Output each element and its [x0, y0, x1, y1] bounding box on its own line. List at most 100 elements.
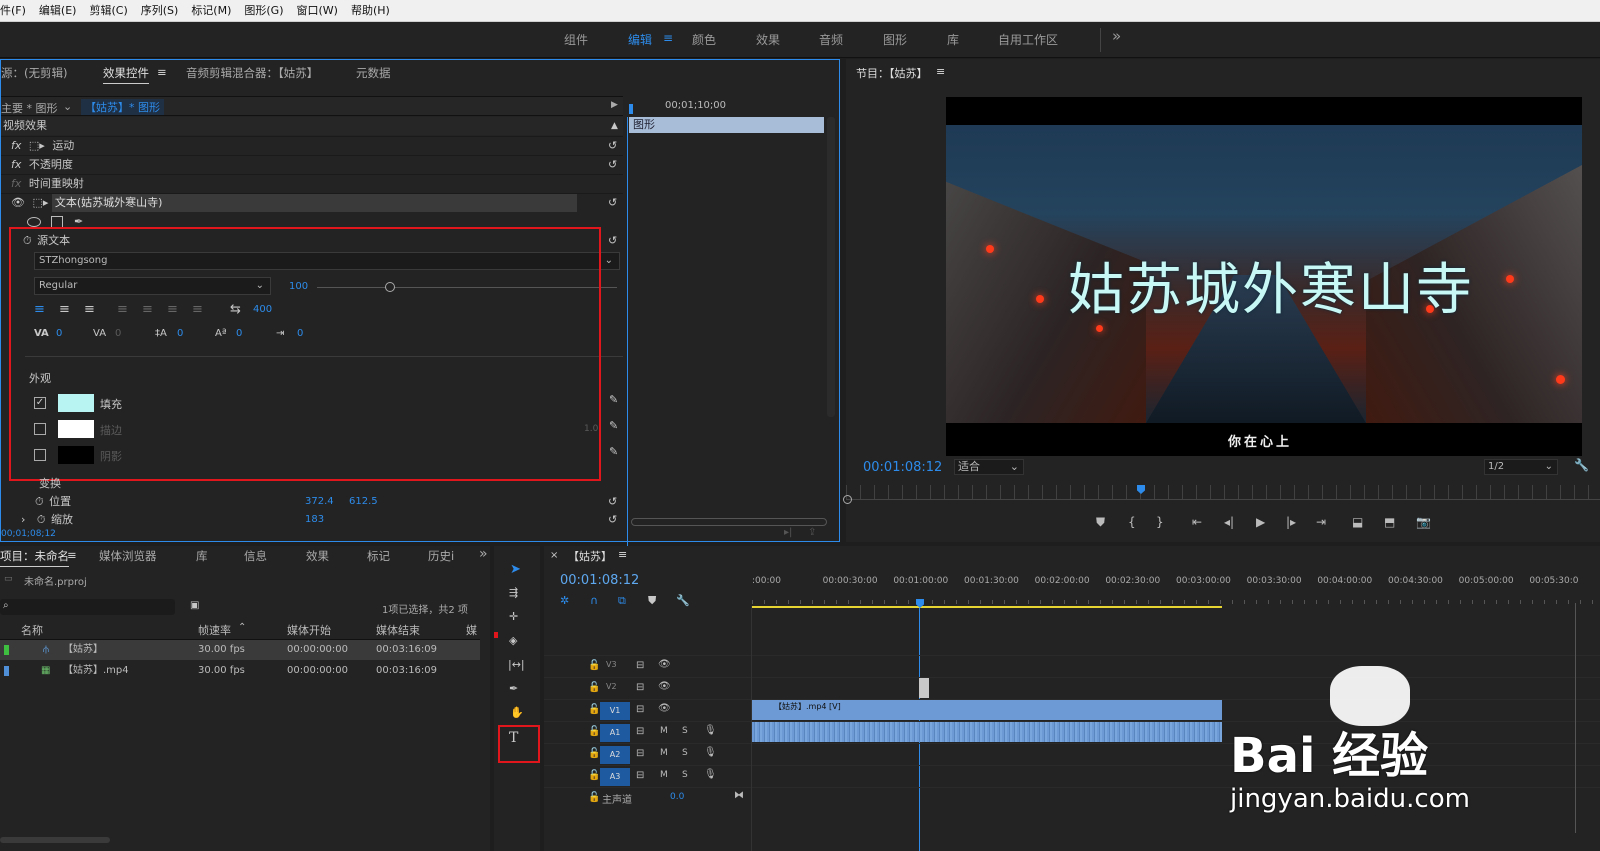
lock-icon[interactable]: 🔓 — [588, 792, 600, 803]
lock-icon[interactable]: 🔓 — [588, 726, 600, 737]
mark-in-icon[interactable]: { — [1128, 515, 1136, 529]
mute-button[interactable]: M — [660, 770, 668, 780]
col-media-end[interactable]: 媒体结束 — [376, 622, 420, 638]
eyedropper-icon[interactable]: ✎ — [609, 445, 618, 458]
microphone-icon[interactable]: 🎙 — [704, 747, 717, 758]
lock-icon[interactable]: 🔓 — [588, 704, 600, 715]
bowtie-icon[interactable]: ⧓ — [734, 790, 744, 801]
new-bin-icon[interactable]: ▣ — [190, 600, 199, 611]
linked-selection-icon[interactable]: ⧉ — [618, 594, 626, 608]
reset-icon[interactable]: ↺ — [608, 194, 617, 212]
track-v3-label[interactable]: V3 — [606, 660, 617, 669]
col-name[interactable]: 名称 — [21, 622, 43, 638]
menu-clip[interactable]: 剪辑(C) — [89, 0, 127, 22]
tab-effects[interactable]: 效果 — [306, 548, 329, 564]
fit-dropdown[interactable]: 适合 ⌄ — [954, 459, 1024, 475]
reset-icon[interactable]: ↺ — [608, 156, 617, 174]
ripple-edit-tool-icon[interactable]: ✛ — [509, 610, 518, 623]
mute-button[interactable]: M — [660, 748, 668, 758]
snap-icon[interactable]: ∩ — [590, 594, 598, 607]
play-icon[interactable]: ▶ — [1256, 515, 1265, 529]
fx-icon[interactable]: fx — [11, 139, 21, 152]
go-to-out-icon[interactable]: ⇥ — [1316, 515, 1326, 529]
tab-menu-icon[interactable]: ≡ — [157, 65, 167, 79]
menu-file[interactable]: 件(F) — [0, 0, 26, 22]
nest-icon[interactable]: ✲ — [560, 594, 569, 607]
master-clip-label[interactable]: 主要 * 图形 — [1, 100, 58, 116]
position-x-value[interactable]: 372.4 — [305, 493, 334, 511]
track-v1-label[interactable]: V1 — [600, 702, 630, 720]
menu-edit[interactable]: 编辑(E) — [39, 0, 77, 22]
tab-source[interactable]: 源：(无剪辑) — [1, 65, 67, 81]
program-ruler[interactable] — [846, 485, 1600, 499]
microphone-icon[interactable]: 🎙 — [704, 769, 717, 780]
resolution-dropdown[interactable]: 1/2 ⌄ — [1484, 459, 1558, 475]
camera-icon[interactable]: 📷 — [1416, 515, 1431, 529]
solo-button[interactable]: S — [682, 726, 688, 736]
wrench-icon[interactable]: 🔧 — [1574, 458, 1589, 472]
tab-media-browser[interactable]: 媒体浏览器 — [99, 548, 157, 564]
render-icon[interactable]: ▸| — [784, 527, 792, 538]
track-select-tool-icon[interactable]: ⇶ — [509, 586, 518, 599]
stopwatch-icon[interactable]: ⏱ — [35, 495, 44, 508]
slip-tool-icon[interactable]: |↔| — [508, 658, 525, 671]
mark-out-icon[interactable]: } — [1156, 515, 1164, 529]
add-marker-icon[interactable]: ⛊ — [648, 594, 656, 608]
effect-opacity[interactable]: fx 不透明度 ↺ — [1, 155, 623, 173]
scrub-start-handle[interactable] — [843, 495, 852, 504]
tab-info[interactable]: 信息 — [244, 548, 267, 564]
scale-row[interactable]: › ⏱ 缩放 183 ↺ — [1, 511, 623, 525]
project-scrollbar[interactable] — [0, 837, 110, 843]
eye-icon[interactable]: 👁 — [658, 659, 671, 670]
workspace-libraries[interactable]: 库 — [947, 31, 959, 48]
add-marker-icon[interactable]: ⛊ — [1096, 515, 1105, 530]
program-title[interactable]: 节目：【姑苏】 — [856, 65, 928, 81]
workspace-effects[interactable]: 效果 — [756, 31, 780, 48]
workspace-color[interactable]: 颜色 — [692, 31, 716, 48]
play-icon[interactable]: ▶ — [611, 100, 618, 110]
track-a3-label[interactable]: A3 — [600, 768, 630, 786]
position-y-value[interactable]: 612.5 — [349, 493, 378, 511]
wrench-icon[interactable]: 🔧 — [676, 594, 690, 607]
menu-graphics[interactable]: 图形(G) — [244, 0, 283, 22]
program-timecode[interactable]: 00:01:08:12 — [863, 460, 942, 475]
project-menu-icon[interactable]: ≡ — [67, 548, 77, 562]
col-fps[interactable]: 帧速率 — [198, 622, 231, 638]
eyedropper-icon[interactable]: ✎ — [609, 393, 618, 406]
mini-scrollbar[interactable] — [827, 117, 835, 417]
timeline-ruler[interactable]: :00:00 00:00:30:00 00:01:00:00 00:01:30:00 0… — [752, 576, 1600, 600]
microphone-icon[interactable]: 🎙 — [704, 725, 717, 736]
video-clip-v1[interactable]: 【姑苏】.mp4 [V] — [752, 700, 1222, 720]
program-overlay-title[interactable]: 姑苏城外寒山寺 — [1068, 245, 1508, 326]
timeline-timecode[interactable]: 00:01:08:12 — [560, 573, 639, 588]
eyedropper-icon[interactable]: ✎ — [609, 419, 618, 432]
workspace-overflow[interactable]: » — [1112, 27, 1121, 45]
menu-marker[interactable]: 标记(M) — [191, 0, 231, 22]
timeline-tab[interactable]: 【姑苏】 — [568, 548, 612, 564]
effect-motion[interactable]: fx ⬚▸ 运动 ↺ — [1, 136, 623, 154]
effect-text[interactable]: 👁 ⬚▸ 文本(姑苏城外寒山寺) ↺ — [1, 193, 623, 212]
project-overflow[interactable]: » — [479, 546, 488, 562]
tab-metadata[interactable]: 元数据 — [356, 65, 391, 81]
lift-icon[interactable]: ⬓ — [1352, 515, 1363, 529]
solo-button[interactable]: S — [682, 770, 688, 780]
reset-icon[interactable]: ↺ — [608, 493, 617, 511]
workspace-assembly[interactable]: 组件 — [564, 31, 588, 48]
razor-tool-icon[interactable]: ◈ — [509, 634, 517, 647]
sync-lock-icon[interactable]: ⊟ — [636, 726, 644, 737]
mini-playhead[interactable] — [629, 104, 633, 114]
export-icon[interactable]: ⇪ — [808, 527, 816, 538]
eye-icon[interactable]: 👁 — [658, 681, 671, 692]
solo-button[interactable]: S — [682, 748, 688, 758]
chevron-down-icon[interactable]: ⌄ — [605, 253, 613, 269]
track-a1-label[interactable]: A1 — [600, 724, 630, 742]
sequence-clip-label[interactable]: 【姑苏】* 图形 — [81, 99, 164, 115]
project-row[interactable]: ⫛ 【姑苏】 30.00 fps 00:00:00:00 00:03:16:09 — [0, 640, 480, 660]
tab-libraries[interactable]: 库 — [196, 548, 208, 564]
timeline-menu-icon[interactable]: ≡ — [618, 548, 627, 561]
lock-icon[interactable]: 🔓 — [588, 660, 600, 671]
reset-icon[interactable]: ↺ — [608, 232, 617, 250]
workspace-audio[interactable]: 音频 — [819, 31, 843, 48]
workspace-menu-icon[interactable]: ≡ — [663, 31, 673, 45]
track-v2-label[interactable]: V2 — [606, 682, 617, 691]
